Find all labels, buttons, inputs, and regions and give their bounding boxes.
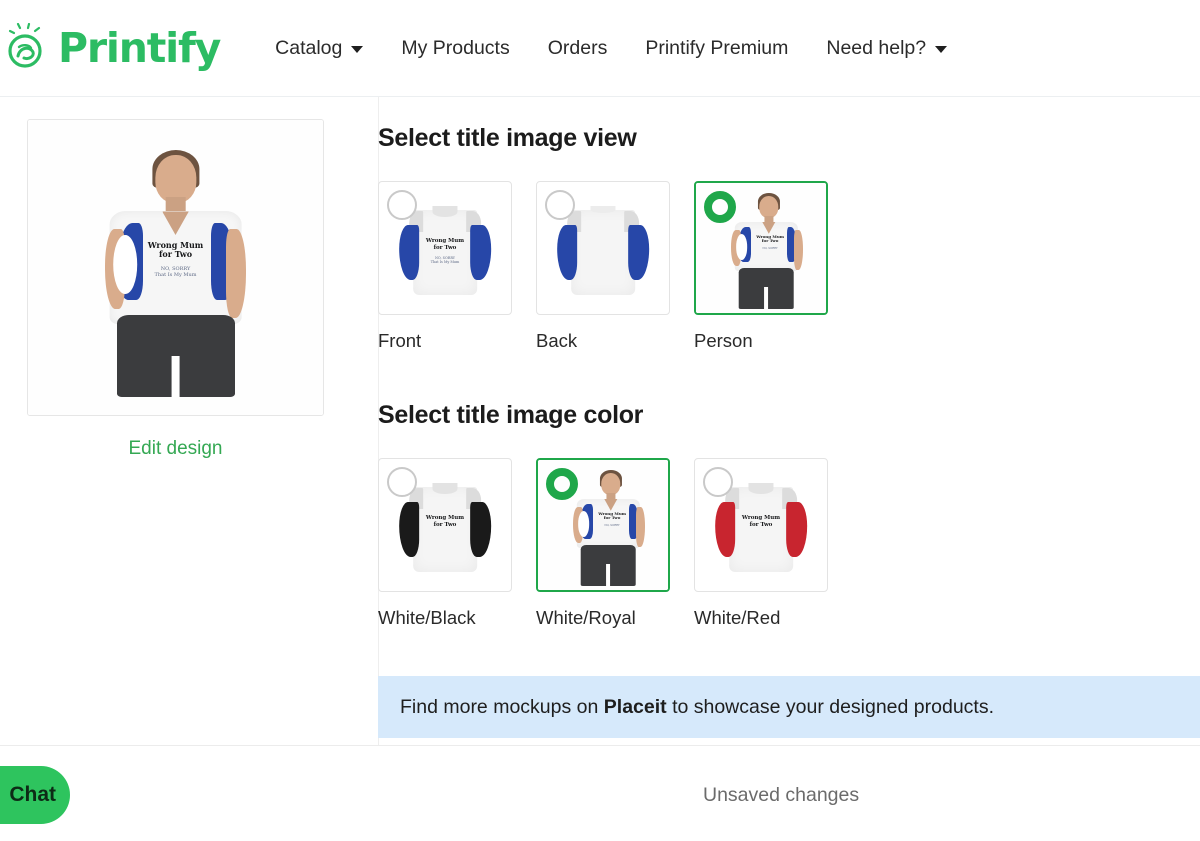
section-title-view: Select title image view bbox=[378, 124, 637, 152]
color-option-white-red[interactable]: Wrong Mum for Two White/Red bbox=[694, 458, 828, 629]
chat-button[interactable]: Chat bbox=[0, 766, 70, 824]
view-option-back-label: Back bbox=[536, 330, 578, 351]
radio-icon-selected[interactable] bbox=[546, 468, 578, 500]
design-text-line-2: for Two bbox=[433, 244, 457, 251]
design-text-line-2: for Two bbox=[603, 515, 621, 521]
page-content: Wrong Mum for Two NO, SORRY That Is My M… bbox=[0, 97, 1200, 745]
view-options-list: Wrong Mum for Two NO, SORRY That Is My M… bbox=[378, 181, 828, 352]
chat-button-label: Chat bbox=[9, 783, 56, 806]
main-navigation: Catalog My Products Orders Printify Prem… bbox=[275, 36, 948, 60]
placeit-link[interactable]: Placeit bbox=[604, 696, 667, 718]
design-subtext-line-2: That Is My Mum bbox=[430, 259, 460, 264]
design-subtext-line-1: NO, SORRY bbox=[762, 246, 778, 250]
section-select-view: Select title image view Wrong Mum for Tw… bbox=[378, 124, 828, 352]
color-option-white-black-thumb[interactable]: Wrong Mum for Two bbox=[378, 458, 512, 592]
view-option-front-thumb[interactable]: Wrong Mum for Two NO, SORRY That Is My M… bbox=[378, 181, 512, 315]
nav-item-my-products[interactable]: My Products bbox=[401, 37, 509, 60]
design-subtext-line-1: NO, SORRY bbox=[604, 523, 620, 527]
nav-label-need-help: Need help? bbox=[826, 36, 927, 59]
chevron-down-icon bbox=[935, 46, 948, 53]
view-option-back-thumb[interactable] bbox=[536, 181, 670, 315]
nav-label-orders: Orders bbox=[547, 36, 608, 59]
placeit-promo-text: Find more mockups on Placeit to showcase… bbox=[400, 696, 994, 719]
section-title-color: Select title image color bbox=[378, 401, 644, 429]
nav-item-orders[interactable]: Orders bbox=[548, 37, 608, 60]
color-options-list: Wrong Mum for Two White/Black Wrong Mum … bbox=[378, 458, 828, 629]
view-option-person[interactable]: Wrong Mum for Two NO, SORRY Person bbox=[694, 181, 828, 352]
color-option-white-royal[interactable]: Wrong Mum for Two NO, SORRY White/Royal bbox=[536, 458, 670, 629]
chevron-down-icon bbox=[351, 46, 364, 53]
nav-label-catalog: Catalog bbox=[275, 36, 343, 59]
radio-icon[interactable] bbox=[703, 467, 733, 497]
printify-logo[interactable]: Printify bbox=[8, 18, 221, 78]
banner-prefix: Find more mockups on bbox=[400, 695, 599, 718]
color-option-white-black[interactable]: Wrong Mum for Two White/Black bbox=[378, 458, 512, 629]
nav-item-need-help[interactable]: Need help? bbox=[826, 36, 948, 60]
view-option-person-label: Person bbox=[694, 330, 753, 351]
design-text-line-2: for Two bbox=[749, 521, 773, 528]
color-option-white-black-label: White/Black bbox=[378, 607, 476, 628]
printify-wordmark: Printify bbox=[58, 23, 221, 72]
product-preview-image[interactable]: Wrong Mum for Two NO, SORRY That Is My M… bbox=[27, 119, 324, 416]
nav-label-my-products: My Products bbox=[401, 36, 510, 59]
radio-icon[interactable] bbox=[387, 190, 417, 220]
view-option-person-thumb[interactable]: Wrong Mum for Two NO, SORRY bbox=[694, 181, 828, 315]
color-option-white-royal-thumb[interactable]: Wrong Mum for Two NO, SORRY bbox=[536, 458, 670, 592]
section-select-color: Select title image color Wrong Mum for T… bbox=[378, 401, 828, 629]
banner-suffix: to showcase your designed products. bbox=[672, 695, 995, 718]
product-preview-panel: Wrong Mum for Two NO, SORRY That Is My M… bbox=[27, 119, 324, 460]
radio-icon[interactable] bbox=[545, 190, 575, 220]
view-option-front-label: Front bbox=[378, 330, 422, 351]
view-option-front[interactable]: Wrong Mum for Two NO, SORRY That Is My M… bbox=[378, 181, 512, 352]
edit-design-link[interactable]: Edit design bbox=[27, 438, 324, 460]
color-option-white-royal-label: White/Royal bbox=[536, 607, 636, 628]
unsaved-changes-status: Unsaved changes bbox=[703, 784, 860, 806]
design-text-line-2: for Two bbox=[433, 521, 457, 528]
printify-hand-logo-icon bbox=[8, 22, 56, 73]
radio-icon[interactable] bbox=[387, 467, 417, 497]
person-mockup-large: Wrong Mum for Two NO, SORRY That Is My M… bbox=[28, 120, 323, 415]
color-option-white-red-label: White/Red bbox=[694, 607, 781, 628]
nav-item-printify-premium[interactable]: Printify Premium bbox=[645, 37, 788, 60]
color-option-white-red-thumb[interactable]: Wrong Mum for Two bbox=[694, 458, 828, 592]
page-footer: Chat Unsaved changes bbox=[0, 745, 1200, 841]
placeit-promo-banner: Find more mockups on Placeit to showcase… bbox=[378, 676, 1200, 738]
nav-label-printify-premium: Printify Premium bbox=[645, 36, 789, 59]
design-subtext-line-2: That Is My Mum bbox=[154, 272, 197, 279]
nav-item-catalog[interactable]: Catalog bbox=[275, 36, 364, 60]
site-header: Printify Catalog My Products Orders Prin… bbox=[0, 0, 1200, 97]
design-text-line-2: for Two bbox=[158, 248, 193, 259]
radio-icon-selected[interactable] bbox=[704, 191, 736, 223]
view-option-back[interactable]: Back bbox=[536, 181, 670, 352]
design-text-line-2: for Two bbox=[761, 238, 779, 244]
